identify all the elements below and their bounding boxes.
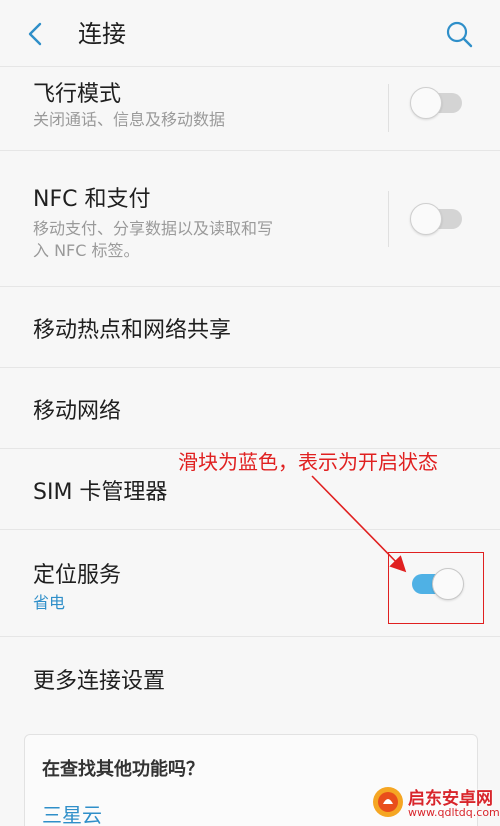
list-item-airplane-mode[interactable]: 飞行模式 关闭通话、信息及移动数据 bbox=[0, 66, 500, 151]
search-icon bbox=[446, 21, 473, 48]
page-title: 连接 bbox=[78, 20, 126, 48]
airplane-mode-toggle[interactable] bbox=[410, 87, 464, 119]
list-item-mobile-networks[interactable]: 移动网络 bbox=[0, 368, 500, 449]
item-title: 定位服务 bbox=[33, 563, 122, 588]
divider bbox=[388, 84, 389, 132]
item-subtitle: 关闭通话、信息及移动数据 bbox=[33, 110, 226, 129]
item-title: 更多连接设置 bbox=[33, 669, 166, 694]
watermark-url: www.qdltdq.com bbox=[408, 806, 500, 819]
divider bbox=[388, 191, 389, 247]
connections-settings-screen: 连接 飞行模式 关闭通话、信息及移动数据 NFC 和支付 移动支付、分享数据以及… bbox=[0, 0, 500, 826]
item-title: NFC 和支付 bbox=[33, 187, 151, 212]
annotation-highlight-box bbox=[388, 552, 484, 624]
item-title: 飞行模式 bbox=[33, 82, 122, 107]
item-subtitle-line-2: 入 NFC 标签。 bbox=[33, 241, 140, 260]
toggle-knob bbox=[410, 203, 442, 235]
item-subtitle: 省电 bbox=[33, 593, 66, 612]
item-title: 移动网络 bbox=[33, 399, 122, 424]
watermark-logo-icon bbox=[373, 787, 403, 817]
nfc-toggle[interactable] bbox=[410, 203, 464, 235]
back-arrow-icon bbox=[28, 22, 42, 46]
item-title: SIM 卡管理器 bbox=[33, 480, 168, 505]
app-bar: 连接 bbox=[0, 0, 500, 67]
samsung-cloud-link[interactable]: 三星云 bbox=[42, 799, 102, 826]
list-item-nfc-payment[interactable]: NFC 和支付 移动支付、分享数据以及读取和写 入 NFC 标签。 bbox=[0, 151, 500, 287]
back-button[interactable] bbox=[22, 18, 52, 50]
search-button[interactable] bbox=[444, 19, 474, 49]
item-title: 移动热点和网络共享 bbox=[33, 318, 232, 343]
card-title: 在查找其他功能吗？ bbox=[42, 759, 204, 780]
item-subtitle-line-1: 移动支付、分享数据以及读取和写 bbox=[33, 219, 274, 238]
toggle-knob bbox=[410, 87, 442, 119]
annotation-text: 滑块为蓝色，表示为开启状态 bbox=[178, 450, 438, 474]
list-item-more-connection-settings[interactable]: 更多连接设置 bbox=[0, 637, 500, 721]
site-watermark: 启东安卓网 www.qdltdq.com bbox=[368, 778, 500, 826]
list-item-mobile-hotspot[interactable]: 移动热点和网络共享 bbox=[0, 287, 500, 368]
